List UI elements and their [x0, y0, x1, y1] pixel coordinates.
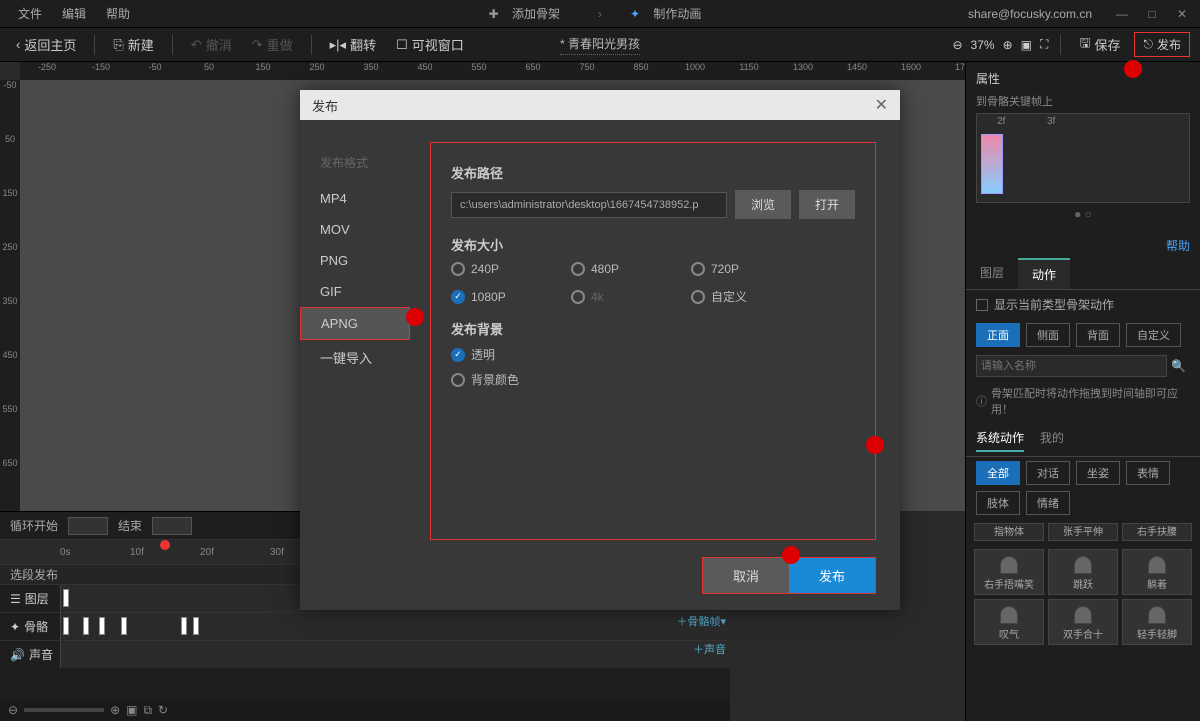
size-720P[interactable]: 720P — [691, 262, 811, 276]
path-input[interactable] — [451, 192, 727, 218]
cancel-button[interactable]: 取消 — [703, 558, 789, 593]
highlight-dot — [782, 546, 800, 564]
highlight-dot — [866, 436, 884, 454]
format-mov[interactable]: MOV — [300, 214, 410, 245]
format-heading: 发布格式 — [300, 150, 410, 175]
bg-title: 发布背景 — [451, 319, 855, 338]
size-4k: 4k — [571, 288, 691, 305]
size-自定义[interactable]: 自定义 — [691, 288, 811, 305]
highlight-dot — [406, 308, 424, 326]
modal-publish-button[interactable]: 发布 — [789, 558, 875, 593]
bg-背景颜色[interactable]: 背景颜色 — [451, 371, 855, 388]
size-240P[interactable]: 240P — [451, 262, 571, 276]
size-1080P[interactable]: 1080P — [451, 288, 571, 305]
bg-透明[interactable]: 透明 — [451, 346, 855, 363]
highlight-dot — [1124, 60, 1142, 78]
size-480P[interactable]: 480P — [571, 262, 691, 276]
modal-title: 发布 — [312, 96, 338, 115]
format-mp4[interactable]: MP4 — [300, 183, 410, 214]
open-button[interactable]: 打开 — [799, 190, 855, 219]
format-一键导入[interactable]: 一键导入 — [300, 340, 410, 375]
format-gif[interactable]: GIF — [300, 276, 410, 307]
format-apng[interactable]: APNG — [300, 307, 410, 340]
browse-button[interactable]: 浏览 — [735, 190, 791, 219]
format-png[interactable]: PNG — [300, 245, 410, 276]
publish-modal: 发布 ✕ 发布格式 MP4MOVPNGGIFAPNG一键导入 发布路径 浏览 打… — [300, 90, 900, 610]
size-title: 发布大小 — [451, 235, 855, 254]
path-title: 发布路径 — [451, 163, 855, 182]
modal-close-icon[interactable]: ✕ — [875, 95, 888, 115]
